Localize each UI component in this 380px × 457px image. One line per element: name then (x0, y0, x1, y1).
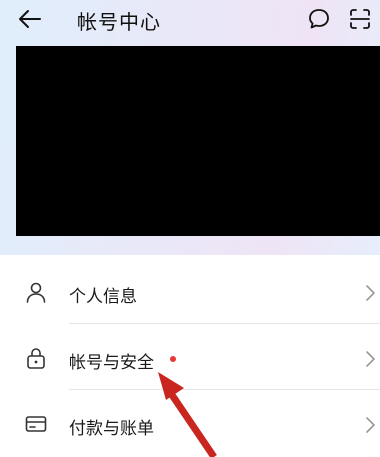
notification-badge (170, 356, 176, 362)
menu-item-personal-info[interactable]: 个人信息 (0, 258, 380, 324)
menu-item-label: 个人信息 (69, 287, 137, 307)
lock-icon (24, 346, 48, 370)
page-title: 帐号中心 (77, 10, 161, 34)
account-banner (16, 46, 380, 236)
chevron-right-icon (366, 417, 375, 433)
menu-item-label: 付款与账单 (69, 419, 154, 439)
chevron-right-icon (366, 351, 375, 367)
arrow-left-icon (19, 10, 41, 28)
menu-item-account-security[interactable]: 帐号与安全 (0, 324, 380, 390)
settings-menu: 个人信息 帐号与安全 付款与账单 (0, 258, 380, 456)
back-button[interactable] (14, 4, 46, 34)
scan-icon (350, 9, 370, 29)
top-bar: 帐号中心 (0, 0, 380, 40)
menu-item-label: 帐号与安全 (69, 353, 154, 373)
menu-item-payment-billing[interactable]: 付款与账单 (0, 390, 380, 456)
card-icon (24, 412, 48, 436)
chevron-right-icon (366, 285, 375, 301)
chat-bubble-icon (309, 9, 329, 29)
person-icon (24, 280, 48, 304)
chat-button[interactable] (304, 4, 334, 34)
scan-button[interactable] (344, 4, 376, 34)
